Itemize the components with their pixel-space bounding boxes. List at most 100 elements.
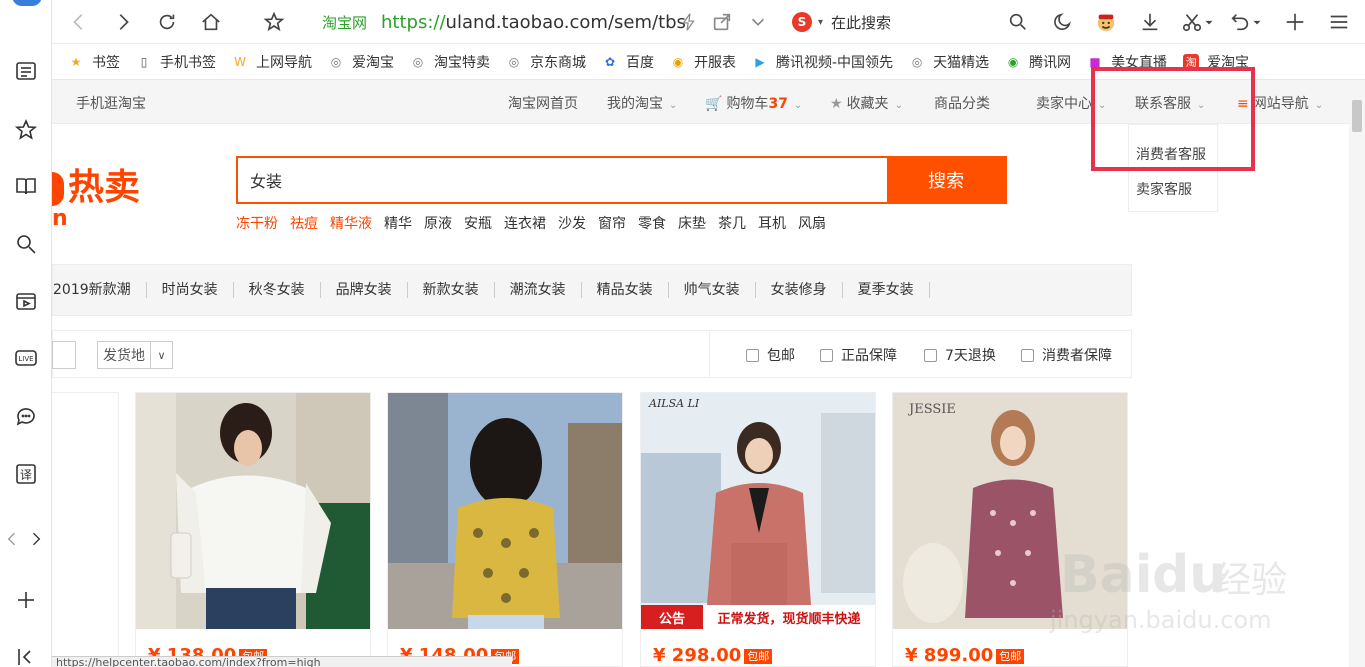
bookmark-item[interactable]: ◉ 开服表 bbox=[670, 52, 736, 72]
checkbox-consumer-protection[interactable]: 消费者保障 bbox=[1021, 345, 1112, 365]
ship-from-select[interactable]: 发货地 ∨ bbox=[97, 341, 173, 369]
checkbox-icon[interactable] bbox=[746, 348, 759, 362]
back-icon[interactable] bbox=[66, 9, 92, 35]
sidebar-top-tab[interactable] bbox=[12, 0, 42, 6]
logo[interactable]: 热卖 n bbox=[52, 158, 140, 231]
hot-search-term[interactable]: 连衣裙 bbox=[504, 213, 546, 233]
category-link[interactable]: 秋冬女装 bbox=[234, 282, 321, 298]
bookmark-item[interactable]: ✿ 百度 bbox=[602, 52, 654, 72]
share-icon[interactable] bbox=[709, 9, 735, 35]
hot-search-term[interactable]: 床垫 bbox=[678, 213, 706, 233]
category-link[interactable]: 2019新款潮 bbox=[53, 282, 147, 298]
product-card[interactable] bbox=[52, 392, 119, 667]
category-link[interactable]: 夏季女装 bbox=[843, 282, 930, 298]
chevron-down-icon[interactable]: ∨ bbox=[150, 342, 172, 368]
checkbox-genuine[interactable]: 正品保障 bbox=[820, 345, 897, 365]
menu-icon[interactable] bbox=[1326, 9, 1352, 35]
product-card[interactable]: ¥ 138.00包邮 bbox=[135, 392, 371, 667]
nav-favorites[interactable]: ★ 收藏夹 ⌄ bbox=[830, 93, 903, 113]
nav-categories[interactable]: 商品分类 bbox=[934, 93, 990, 113]
live-icon[interactable]: LIVE bbox=[12, 344, 40, 372]
product-price: ¥ 298.00 包邮 bbox=[653, 645, 773, 666]
bookmark-item[interactable]: ◉ 腾讯网 bbox=[1005, 52, 1071, 72]
video-icon[interactable] bbox=[12, 287, 40, 315]
nav-mobile-taobao[interactable]: 手机逛淘宝 bbox=[76, 93, 146, 113]
bookmark-item[interactable]: ◎ 天猫精选 bbox=[909, 52, 989, 72]
chat-icon[interactable] bbox=[12, 402, 40, 430]
hot-search-term[interactable]: 窗帘 bbox=[598, 213, 626, 233]
home-icon[interactable] bbox=[198, 9, 224, 35]
checkbox-icon[interactable] bbox=[1021, 348, 1034, 362]
checkbox-free-shipping[interactable]: 包邮 bbox=[746, 345, 795, 365]
category-link[interactable]: 潮流女装 bbox=[495, 282, 582, 298]
new-tab-plus-icon[interactable] bbox=[1282, 9, 1308, 35]
scissors-chevron-icon[interactable] bbox=[1202, 9, 1216, 35]
scrollbar-thumb[interactable] bbox=[1352, 100, 1362, 132]
hot-search-term[interactable]: 沙发 bbox=[558, 213, 586, 233]
nav-cart[interactable]: 🛒 购物车37 ⌄ bbox=[705, 93, 802, 113]
hot-search-term[interactable]: 安瓶 bbox=[464, 213, 492, 233]
translate-icon[interactable]: 译 bbox=[12, 460, 40, 488]
news-icon[interactable] bbox=[12, 57, 40, 85]
hot-search-term[interactable]: 祛痘 bbox=[290, 213, 318, 233]
hot-search-term[interactable]: 风扇 bbox=[798, 213, 826, 233]
hot-search-term[interactable]: 零食 bbox=[638, 213, 666, 233]
bookmark-item[interactable]: ◎ 爱淘宝 bbox=[328, 52, 394, 72]
dropdown-seller-service[interactable]: 卖家客服 bbox=[1136, 179, 1192, 199]
search-engine-box[interactable]: S ▾ 在此搜索 bbox=[792, 9, 1022, 35]
nav-my-taobao[interactable]: 我的淘宝 ⌄ bbox=[607, 93, 677, 113]
product-card[interactable]: AILSA LI 公告 正常发货，现货顺丰快递 ¥ 298.00 包邮 bbox=[640, 392, 876, 667]
page-scrollbar[interactable] bbox=[1349, 80, 1365, 667]
undo-chevron-icon[interactable] bbox=[1250, 9, 1264, 35]
search-engine-logo[interactable]: S bbox=[792, 12, 812, 32]
search-button[interactable]: 搜索 bbox=[887, 158, 1005, 202]
bookmark-label: 百度 bbox=[626, 54, 654, 71]
bookmark-item[interactable]: ★ 书签 bbox=[68, 52, 120, 72]
bookmark-item[interactable]: ◎ 京东商城 bbox=[506, 52, 586, 72]
product-image[interactable]: AILSA LI bbox=[641, 393, 875, 629]
category-link[interactable]: 新款女装 bbox=[408, 282, 495, 298]
product-image[interactable] bbox=[52, 393, 119, 629]
forward-icon[interactable] bbox=[110, 9, 136, 35]
refresh-icon[interactable] bbox=[154, 9, 180, 35]
hot-search-term[interactable]: 原液 bbox=[424, 213, 452, 233]
checkbox-7day-return[interactable]: 7天退换 bbox=[924, 345, 996, 365]
night-mode-moon-icon[interactable] bbox=[1049, 9, 1075, 35]
bookmark-star-icon[interactable] bbox=[261, 9, 287, 35]
category-link[interactable]: 品牌女装 bbox=[321, 282, 408, 298]
nav-home[interactable]: 淘宝网首页 bbox=[508, 93, 578, 113]
product-image[interactable] bbox=[388, 393, 622, 629]
sidebar-back-chevron-icon[interactable] bbox=[2, 525, 22, 553]
search-icon[interactable] bbox=[12, 230, 40, 258]
favorites-star-icon[interactable] bbox=[12, 116, 40, 144]
category-link[interactable]: 精品女装 bbox=[582, 282, 669, 298]
checkbox-icon[interactable] bbox=[924, 348, 937, 362]
bookmark-item[interactable]: ▯ 手机书签 bbox=[136, 52, 216, 72]
add-icon[interactable] bbox=[12, 586, 40, 614]
hot-search-term[interactable]: 冻干粉 bbox=[236, 213, 278, 233]
product-card[interactable]: ¥ 148.00包邮 bbox=[387, 392, 623, 667]
hot-search-term[interactable]: 茶几 bbox=[718, 213, 746, 233]
product-search-input[interactable] bbox=[238, 158, 887, 202]
bookmark-item[interactable]: ▶ 腾讯视频-中国领先 bbox=[752, 52, 893, 72]
download-icon[interactable] bbox=[1137, 9, 1163, 35]
category-link[interactable]: 时尚女装 bbox=[147, 282, 234, 298]
category-link[interactable]: 女装修身 bbox=[756, 282, 843, 298]
avatar-icon[interactable] bbox=[1093, 9, 1119, 35]
book-icon[interactable] bbox=[12, 172, 40, 200]
lightning-icon[interactable] bbox=[676, 9, 702, 35]
hot-search-term[interactable]: 精华 bbox=[384, 213, 412, 233]
search-icon[interactable] bbox=[1005, 9, 1031, 35]
checkbox-icon[interactable] bbox=[820, 348, 833, 362]
chevron-down-icon[interactable] bbox=[745, 9, 771, 35]
bookmark-item[interactable]: ◎ 淘宝特卖 bbox=[410, 52, 490, 72]
product-image[interactable] bbox=[136, 393, 370, 629]
engine-chevron-icon[interactable]: ▾ bbox=[818, 17, 823, 28]
sidebar-forward-chevron-icon[interactable] bbox=[26, 525, 46, 553]
hot-search-term[interactable]: 精华液 bbox=[330, 213, 372, 233]
collapse-sidebar-icon[interactable] bbox=[12, 643, 40, 667]
hot-search-term[interactable]: 耳机 bbox=[758, 213, 786, 233]
category-link[interactable]: 帅气女装 bbox=[669, 282, 756, 298]
bookmark-item[interactable]: W 上网导航 bbox=[232, 52, 312, 72]
price-input[interactable] bbox=[52, 341, 76, 369]
